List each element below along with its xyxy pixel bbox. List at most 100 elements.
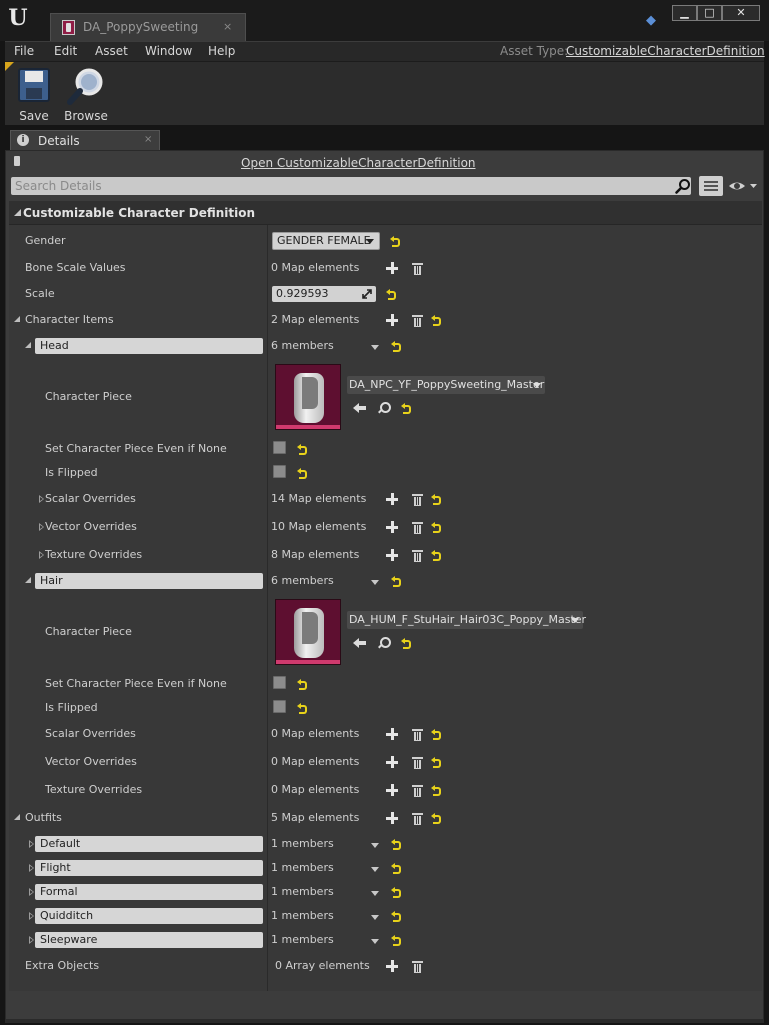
reset-to-default-icon[interactable]	[391, 935, 401, 946]
add-element-icon[interactable]	[386, 812, 398, 824]
add-element-icon[interactable]	[386, 784, 398, 796]
menu-file[interactable]: File	[14, 44, 34, 58]
expand-arrow-icon[interactable]	[29, 888, 34, 896]
chevron-down-icon[interactable]	[371, 580, 379, 585]
save-button[interactable]: Save	[9, 66, 59, 124]
collapse-arrow-icon[interactable]	[14, 209, 21, 216]
expand-arrow-icon[interactable]	[29, 864, 34, 872]
map-key-field[interactable]: Formal	[35, 884, 263, 900]
close-tab-icon[interactable]: ×	[223, 20, 232, 33]
reset-to-default-icon[interactable]	[386, 289, 396, 300]
asset-type-link[interactable]: CustomizableCharacterDefinition	[566, 44, 765, 58]
delete-icon[interactable]	[412, 784, 423, 797]
set-if-none-checkbox[interactable]	[273, 676, 286, 689]
delete-icon[interactable]	[412, 728, 423, 741]
gender-dropdown[interactable]: GENDER FEMALE	[272, 232, 380, 250]
reset-to-default-icon[interactable]	[297, 679, 307, 690]
reset-to-default-icon[interactable]	[391, 863, 401, 874]
reset-to-default-icon[interactable]	[431, 522, 441, 533]
map-key-field[interactable]: Hair	[35, 573, 263, 589]
expand-arrow-icon[interactable]	[29, 840, 34, 848]
reset-to-default-icon[interactable]	[391, 887, 401, 898]
browse-button[interactable]: Browse	[61, 66, 111, 124]
map-key-field[interactable]: Head	[35, 338, 263, 354]
delete-icon[interactable]	[412, 812, 423, 825]
property-matrix-button[interactable]	[699, 176, 723, 196]
collapse-arrow-icon[interactable]	[25, 577, 31, 583]
chevron-down-icon[interactable]	[371, 345, 379, 350]
add-element-icon[interactable]	[386, 756, 398, 768]
reset-to-default-icon[interactable]	[401, 638, 411, 649]
document-tab[interactable]: DA_PoppySweeting ×	[50, 13, 246, 41]
map-key-field[interactable]: Quidditch	[35, 908, 263, 924]
maximize-button[interactable]: □	[697, 5, 722, 21]
menu-edit[interactable]: Edit	[54, 44, 77, 58]
menu-help[interactable]: Help	[208, 44, 235, 58]
unreal-logo-icon[interactable]: U	[6, 4, 30, 32]
reset-to-default-icon[interactable]	[401, 403, 411, 414]
use-selected-arrow-icon[interactable]	[353, 402, 367, 414]
reset-to-default-icon[interactable]	[297, 468, 307, 479]
reset-to-default-icon[interactable]	[431, 785, 441, 796]
reset-to-default-icon[interactable]	[431, 729, 441, 740]
map-key-field[interactable]: Flight	[35, 860, 263, 876]
add-element-icon[interactable]	[386, 960, 398, 972]
delete-icon[interactable]	[412, 960, 423, 973]
chevron-down-icon[interactable]	[371, 915, 379, 920]
search-icon[interactable]	[675, 178, 691, 194]
chevron-down-icon[interactable]	[371, 843, 379, 848]
delete-icon[interactable]	[412, 262, 423, 275]
is-flipped-checkbox[interactable]	[273, 700, 286, 713]
asset-picker-dropdown[interactable]: DA_NPC_YF_PoppySweeting_Master	[347, 376, 545, 394]
asset-picker-dropdown[interactable]: DA_HUM_F_StuHair_Hair03C_Poppy_Master	[347, 611, 586, 629]
map-key-field[interactable]: Default	[35, 836, 263, 852]
is-flipped-checkbox[interactable]	[273, 465, 286, 478]
asset-thumbnail[interactable]	[275, 364, 341, 430]
reset-to-default-icon[interactable]	[297, 703, 307, 714]
reset-to-default-icon[interactable]	[391, 576, 401, 587]
details-tab[interactable]: i Details ×	[10, 130, 160, 150]
delete-icon[interactable]	[412, 549, 423, 562]
chevron-down-icon[interactable]	[371, 867, 379, 872]
delete-icon[interactable]	[412, 756, 423, 769]
chevron-down-icon[interactable]	[371, 891, 379, 896]
expand-arrow-icon[interactable]	[29, 912, 34, 920]
minimize-button[interactable]: ▁	[672, 5, 697, 21]
reset-to-default-icon[interactable]	[431, 550, 441, 561]
menu-window[interactable]: Window	[145, 44, 192, 58]
tutorial-icon[interactable]: ◆	[643, 14, 659, 28]
asset-thumbnail[interactable]	[275, 599, 341, 665]
set-if-none-checkbox[interactable]	[273, 441, 286, 454]
reset-to-default-icon[interactable]	[431, 315, 441, 326]
delete-icon[interactable]	[412, 521, 423, 534]
reset-to-default-icon[interactable]	[297, 444, 307, 455]
reset-to-default-icon[interactable]	[391, 839, 401, 850]
expand-arrow-icon[interactable]	[39, 495, 44, 503]
collapse-arrow-icon[interactable]	[25, 342, 31, 348]
browse-to-asset-icon[interactable]	[378, 637, 391, 649]
add-element-icon[interactable]	[386, 262, 398, 274]
map-key-field[interactable]: Sleepware	[35, 932, 263, 948]
add-element-icon[interactable]	[386, 493, 398, 505]
expand-arrow-icon[interactable]	[39, 523, 44, 531]
reset-to-default-icon[interactable]	[431, 494, 441, 505]
collapse-arrow-icon[interactable]	[14, 316, 20, 322]
open-asset-link[interactable]: Open CustomizableCharacterDefinition	[241, 156, 476, 170]
browse-to-asset-icon[interactable]	[378, 402, 391, 414]
use-selected-arrow-icon[interactable]	[353, 637, 367, 649]
reset-to-default-icon[interactable]	[431, 757, 441, 768]
delete-icon[interactable]	[412, 493, 423, 506]
collapse-arrow-icon[interactable]	[14, 814, 20, 820]
search-input[interactable]	[15, 179, 665, 193]
add-element-icon[interactable]	[386, 314, 398, 326]
add-element-icon[interactable]	[386, 728, 398, 740]
close-details-tab-icon[interactable]: ×	[144, 134, 152, 145]
chevron-down-icon[interactable]	[371, 939, 379, 944]
reset-to-default-icon[interactable]	[391, 341, 401, 352]
scale-input[interactable]: 0.929593	[272, 286, 376, 302]
view-options-eye-icon[interactable]	[728, 179, 758, 193]
expand-arrow-icon[interactable]	[29, 936, 34, 944]
menu-asset[interactable]: Asset	[95, 44, 128, 58]
add-element-icon[interactable]	[386, 549, 398, 561]
lock-icon[interactable]	[14, 156, 20, 166]
